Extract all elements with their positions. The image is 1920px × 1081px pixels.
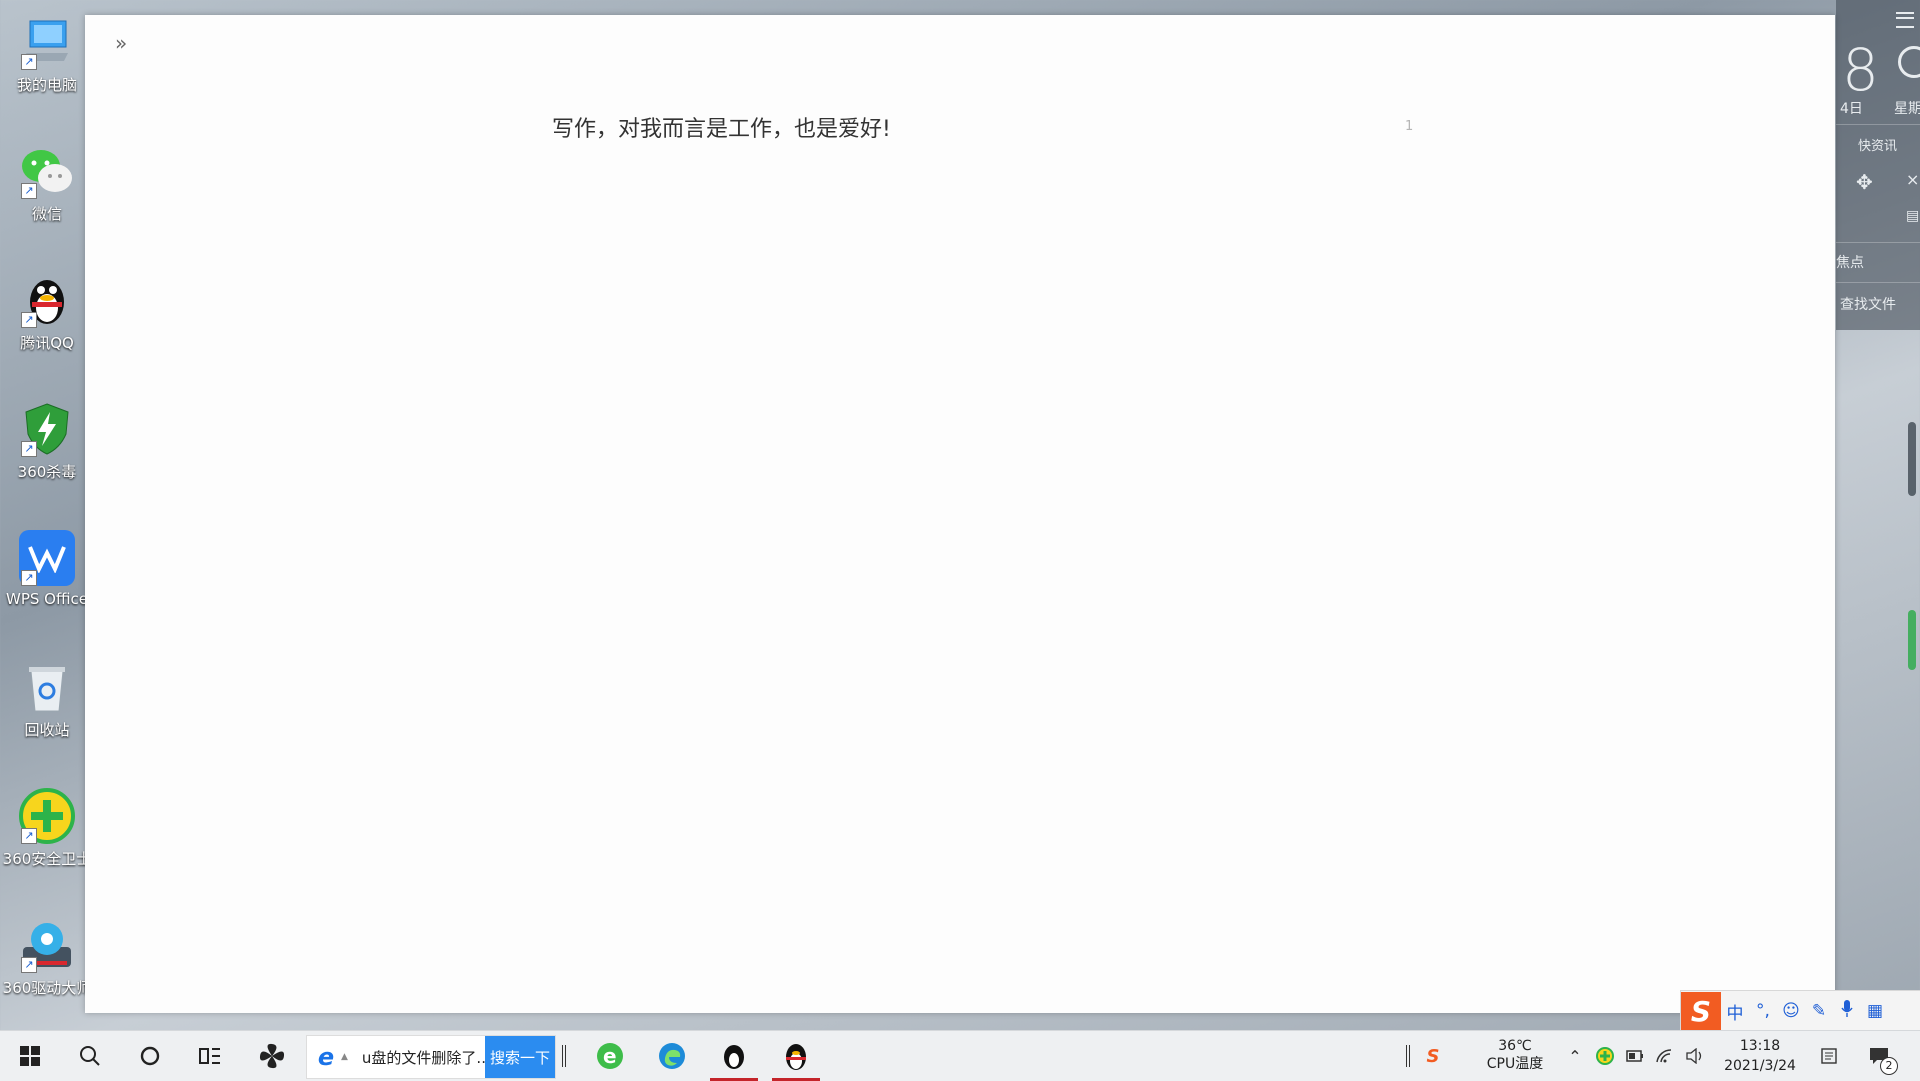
shortcut-arrow-icon: ↗	[21, 828, 37, 844]
360-tray-icon[interactable]	[1594, 1045, 1616, 1067]
widget-panel-icon[interactable]: ▤	[1906, 208, 1919, 224]
widget-close-icon[interactable]: ×	[1906, 170, 1919, 189]
desktop-scroll-handle[interactable]	[1908, 610, 1916, 670]
taskbar-app-edge[interactable]	[642, 1031, 702, 1081]
cortana-circle-icon	[140, 1046, 160, 1066]
desktop-icon-recycle-bin[interactable]: 回收站	[0, 647, 94, 757]
desktop-icon-label: 360杀毒	[17, 463, 77, 481]
desktop-icon-label: 回收站	[24, 721, 70, 739]
desktop-icon-wps[interactable]: ↗ WPS Office	[0, 518, 94, 628]
penguin-outline-icon	[724, 1045, 744, 1069]
ime-mic-icon[interactable]	[1833, 999, 1861, 1023]
wifi-icon[interactable]	[1654, 1045, 1676, 1067]
search-icon	[80, 1046, 100, 1066]
taskbar-separator	[560, 1031, 568, 1081]
search-submit-button[interactable]: 搜索一下	[485, 1036, 555, 1078]
cortana-button[interactable]	[120, 1031, 180, 1081]
editor-window: » 写作，对我而言是工作，也是爱好! 1	[85, 15, 1835, 1013]
tray-separator	[1404, 1031, 1412, 1081]
ime-toolbar: S 中 °, ☺ ✎ ▦	[1680, 990, 1920, 1032]
search-query-text[interactable]: u盘的文件删除了...	[362, 1047, 487, 1068]
wps-icon: ↗	[19, 530, 75, 586]
search-dropdown-icon[interactable]: ▲	[341, 1052, 348, 1062]
sogou-logo-icon[interactable]: S	[1681, 992, 1721, 1030]
widget-divider	[1836, 282, 1920, 283]
edge-browser-icon	[659, 1043, 685, 1069]
widget-divider	[1836, 242, 1920, 243]
qq-penguin-icon	[786, 1044, 806, 1070]
shield-bolt-icon: ↗	[19, 401, 75, 457]
info-widget: 8 4日 星期 快资讯 ✥ × ▤ 焦点 查找文件	[1836, 0, 1920, 330]
search-button[interactable]	[60, 1031, 120, 1081]
cpu-temperature-label: CPU温度	[1486, 1056, 1544, 1072]
widget-day-number: 8	[1842, 36, 1879, 104]
widget-weekday: 星期	[1894, 101, 1920, 117]
widget-move-icon[interactable]: ✥	[1856, 170, 1873, 194]
desktop-icon-360-driver[interactable]: ↗ 360驱动大师	[0, 905, 94, 1015]
shortcut-arrow-icon: ↗	[21, 441, 37, 457]
desktop-icon-label: 腾讯QQ	[20, 334, 74, 352]
recycle-bin-icon	[19, 659, 75, 715]
ime-emoji-icon[interactable]: ☺	[1777, 1001, 1805, 1021]
desktop-icon-wechat[interactable]: ↗ 微信	[0, 131, 94, 241]
start-button[interactable]	[0, 1031, 60, 1081]
qq-penguin-icon: ↗	[19, 272, 75, 328]
ime-toolbox-icon[interactable]: ▦	[1861, 1001, 1889, 1021]
notification-count-badge: 2	[1880, 1057, 1898, 1075]
widget-date: 4日	[1840, 101, 1863, 117]
desktop-icon-label: 360驱动大师	[2, 979, 92, 997]
shortcut-arrow-icon: ↗	[21, 957, 37, 973]
notes-icon[interactable]	[1818, 1045, 1840, 1067]
desktop-icon-label: 我的电脑	[16, 76, 77, 94]
volume-icon[interactable]	[1684, 1045, 1706, 1067]
expand-sidebar-button[interactable]: »	[115, 31, 127, 55]
sogou-tray-icon[interactable]: S	[1422, 1045, 1444, 1067]
desktop-scroll-handle[interactable]	[1908, 422, 1916, 496]
svg-text:e: e	[603, 1044, 617, 1068]
ime-punctuation-icon[interactable]: °,	[1749, 1001, 1777, 1021]
ime-pen-icon[interactable]: ✎	[1805, 1001, 1833, 1021]
computer-icon: ↗	[19, 14, 75, 70]
cpu-temperature-value[interactable]: 36℃	[1482, 1037, 1548, 1055]
document-text-line[interactable]: 写作，对我而言是工作，也是爱好!	[552, 111, 891, 143]
desktop-icon-label: 微信	[31, 205, 62, 223]
task-view-button[interactable]	[180, 1031, 240, 1081]
line-number: 1	[1405, 119, 1414, 134]
shortcut-arrow-icon: ↗	[21, 312, 37, 328]
shortcut-arrow-icon: ↗	[21, 570, 37, 586]
widget-focus[interactable]: 焦点	[1836, 252, 1864, 272]
widget-menu-icon[interactable]	[1896, 12, 1914, 28]
plus-circle-icon: ↗	[19, 788, 75, 844]
widget-find-file[interactable]: 查找文件	[1840, 294, 1896, 314]
ime-mode-toggle[interactable]: 中	[1721, 999, 1749, 1024]
pinwheel-icon	[259, 1043, 285, 1069]
clock-time[interactable]: 13:18	[1710, 1037, 1810, 1055]
clock-date[interactable]: 2021/3/24	[1710, 1057, 1810, 1075]
360-browser-icon: e	[597, 1043, 623, 1069]
taskbar: e ▲ u盘的文件删除了... 搜索一下 e S 36℃ CPU温度 ⌃ 13:…	[0, 1030, 1920, 1081]
battery-icon[interactable]	[1624, 1045, 1646, 1067]
desktop-icon-label: WPS Office	[6, 590, 88, 608]
windows-logo-icon	[20, 1046, 40, 1066]
show-hidden-icons-chevron-icon[interactable]: ⌃	[1564, 1045, 1586, 1067]
taskbar-web-search[interactable]: e ▲ u盘的文件删除了... 搜索一下	[306, 1035, 556, 1079]
taskbar-app-qq[interactable]	[766, 1031, 826, 1081]
taskbar-app-typora[interactable]	[704, 1031, 764, 1081]
shortcut-arrow-icon: ↗	[21, 54, 37, 70]
desktop-icon-360-security[interactable]: ↗ 360安全卫士	[0, 776, 94, 886]
desktop-icon-my-computer[interactable]: ↗ 我的电脑	[0, 2, 94, 112]
widget-quick-info[interactable]: 快资讯	[1858, 135, 1897, 154]
desktop-icon-label: 360安全卫士	[2, 850, 92, 868]
taskbar-app-360-browser[interactable]: e	[580, 1031, 640, 1081]
desktop-icon-360-antivirus[interactable]: ↗ 360杀毒	[0, 389, 94, 499]
weather-sun-icon	[1898, 46, 1920, 78]
wechat-icon: ↗	[19, 143, 75, 199]
desktop-icon-qq[interactable]: ↗ 腾讯QQ	[0, 260, 94, 370]
task-view-icon	[199, 1048, 220, 1064]
shortcut-arrow-icon: ↗	[21, 183, 37, 199]
widget-divider	[1836, 124, 1920, 125]
taskbar-app-swirl[interactable]	[242, 1031, 302, 1081]
ie-logo-icon: e	[317, 1043, 335, 1071]
gear-icon: ↗	[19, 917, 75, 973]
